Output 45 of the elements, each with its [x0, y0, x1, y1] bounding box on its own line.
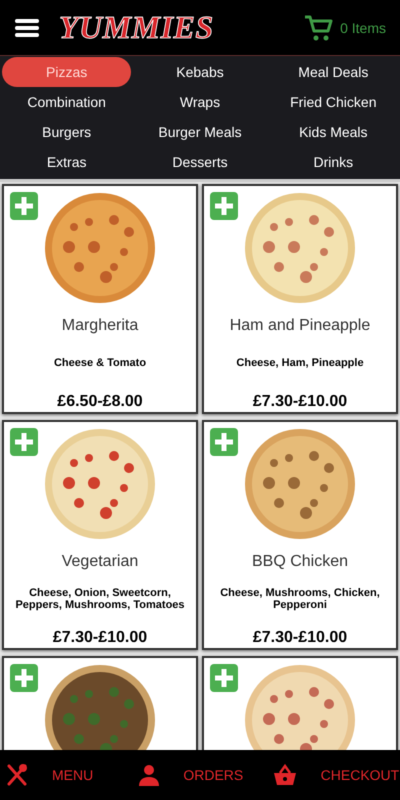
category-tab[interactable]: Meal Deals: [268, 57, 398, 87]
category-tab[interactable]: Kids Meals: [268, 117, 398, 147]
add-button[interactable]: [210, 192, 238, 220]
product-price: £7.30-£10.00: [52, 629, 148, 647]
plus-icon: [15, 433, 33, 451]
category-tab[interactable]: Burgers: [2, 117, 132, 147]
plus-icon: [215, 669, 233, 687]
product-description: Cheese, Mushrooms, Chicken, Pepperoni: [219, 586, 381, 613]
product-description: Cheese, Onion, Sweetcorn, Peppers, Mushrooms, Tomatoes: [14, 586, 186, 613]
plus-icon: [15, 669, 33, 687]
add-button[interactable]: [10, 428, 38, 456]
fork-spoon-icon: [6, 763, 28, 787]
category-tab[interactable]: Drinks: [268, 147, 398, 177]
add-button[interactable]: [10, 192, 38, 220]
plus-icon: [215, 197, 233, 215]
category-tab[interactable]: Burger Meals: [135, 117, 265, 147]
category-tab[interactable]: Kebabs: [135, 57, 265, 87]
product-price: £7.30-£10.00: [252, 393, 348, 411]
product-price: £6.50-£8.00: [56, 393, 144, 411]
add-button[interactable]: [210, 428, 238, 456]
product-name: Vegetarian: [60, 553, 140, 571]
person-icon: [139, 764, 160, 786]
category-tab[interactable]: Combination: [2, 87, 132, 117]
add-button[interactable]: [210, 664, 238, 692]
product-price: £7.30-£10.00: [252, 629, 348, 647]
category-tab[interactable]: Wraps: [135, 87, 265, 117]
add-button[interactable]: [10, 664, 38, 692]
product-name: Ham and Pineapple: [228, 317, 372, 335]
nav-button[interactable]: CHECKOUT: [266, 764, 400, 786]
basket-icon: [272, 764, 297, 786]
product-name: Margherita: [60, 317, 140, 335]
plus-icon: [15, 197, 33, 215]
category-tab[interactable]: Desserts: [135, 147, 265, 177]
product-name: BBQ Chicken: [250, 553, 350, 571]
category-tab[interactable]: Fried Chicken: [268, 87, 398, 117]
cart-count[interactable]: 0 Items: [340, 20, 386, 36]
plus-icon: [215, 433, 233, 451]
nav-button[interactable]: ORDERS: [133, 764, 267, 786]
product-description: Cheese, Ham, Pineapple: [235, 356, 365, 371]
menu-icon[interactable]: [15, 18, 39, 38]
category-tab[interactable]: Extras: [2, 147, 132, 177]
logo: YUMMIES: [59, 9, 214, 46]
product-description: Cheese & Tomato: [52, 356, 148, 371]
nav-button[interactable]: MENU: [0, 763, 134, 787]
cart-icon[interactable]: [304, 12, 334, 42]
